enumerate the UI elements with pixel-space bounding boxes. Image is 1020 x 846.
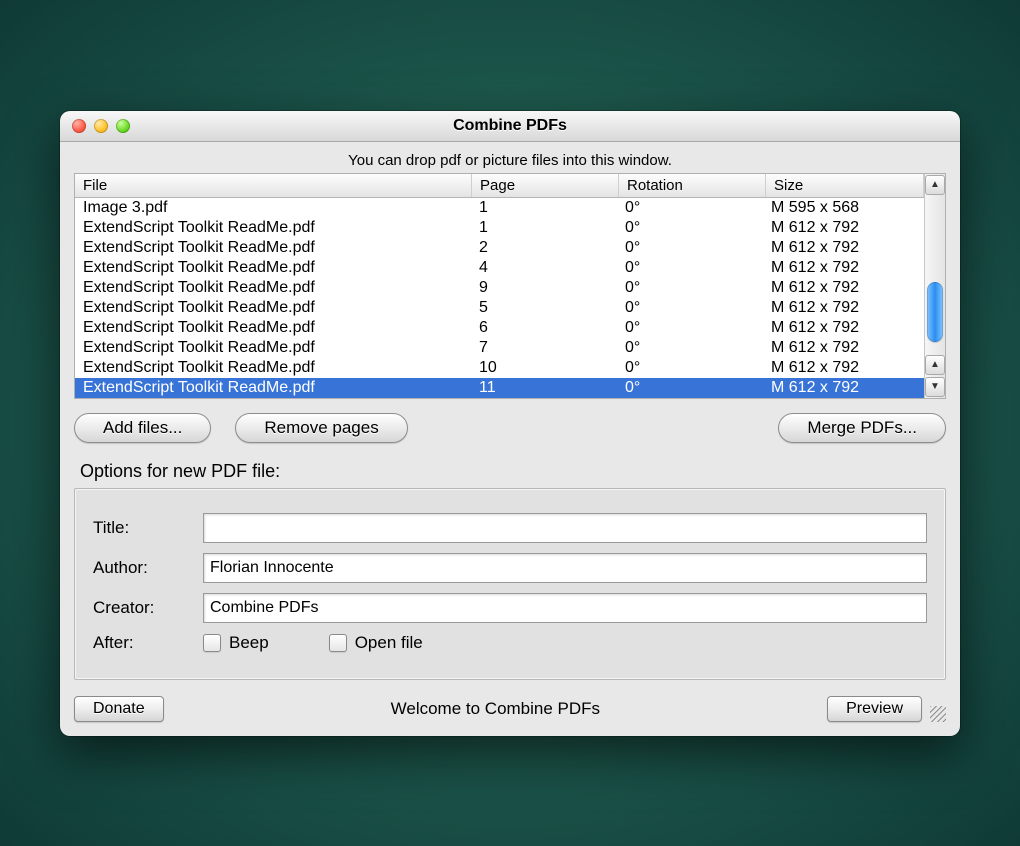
preview-button[interactable]: Preview xyxy=(827,696,922,722)
cell-file: ExtendScript Toolkit ReadMe.pdf xyxy=(75,278,471,298)
status-text: Welcome to Combine PDFs xyxy=(164,699,828,719)
cell-size: M 612 x 792 xyxy=(763,318,924,338)
cell-rotation: 0° xyxy=(617,218,763,238)
cell-file: ExtendScript Toolkit ReadMe.pdf xyxy=(75,218,471,238)
cell-size: M 612 x 792 xyxy=(763,278,924,298)
table-row[interactable]: ExtendScript Toolkit ReadMe.pdf90°M 612 … xyxy=(75,278,924,298)
beep-checkbox[interactable] xyxy=(203,634,221,652)
title-input[interactable] xyxy=(203,513,927,543)
col-header-page[interactable]: Page xyxy=(472,174,619,197)
cell-rotation: 0° xyxy=(617,358,763,378)
cell-file: ExtendScript Toolkit ReadMe.pdf xyxy=(75,378,471,398)
col-header-rotation[interactable]: Rotation xyxy=(619,174,766,197)
cell-page: 9 xyxy=(471,278,617,298)
scrollbar[interactable]: ▲ ▲ ▼ xyxy=(924,174,945,398)
cell-file: Image 3.pdf xyxy=(75,198,471,218)
cell-rotation: 0° xyxy=(617,298,763,318)
cell-file: ExtendScript Toolkit ReadMe.pdf xyxy=(75,298,471,318)
scroll-up-icon-2[interactable]: ▲ xyxy=(925,355,945,375)
table-row[interactable]: ExtendScript Toolkit ReadMe.pdf40°M 612 … xyxy=(75,258,924,278)
table-row[interactable]: Image 3.pdf10°M 595 x 568 xyxy=(75,198,924,218)
cell-page: 7 xyxy=(471,338,617,358)
cell-page: 1 xyxy=(471,218,617,238)
cell-file: ExtendScript Toolkit ReadMe.pdf xyxy=(75,258,471,278)
titlebar[interactable]: Combine PDFs xyxy=(60,111,960,142)
scroll-down-icon[interactable]: ▼ xyxy=(925,377,945,397)
cell-page: 5 xyxy=(471,298,617,318)
table-row[interactable]: ExtendScript Toolkit ReadMe.pdf110°M 612… xyxy=(75,378,924,398)
author-input[interactable] xyxy=(203,553,927,583)
cell-page: 1 xyxy=(471,198,617,218)
cell-size: M 612 x 792 xyxy=(763,298,924,318)
cell-page: 4 xyxy=(471,258,617,278)
cell-file: ExtendScript Toolkit ReadMe.pdf xyxy=(75,238,471,258)
creator-label: Creator: xyxy=(93,598,203,618)
open-file-label: Open file xyxy=(355,633,423,653)
table-row[interactable]: ExtendScript Toolkit ReadMe.pdf50°M 612 … xyxy=(75,298,924,318)
table-row[interactable]: ExtendScript Toolkit ReadMe.pdf20°M 612 … xyxy=(75,238,924,258)
merge-pdfs-button[interactable]: Merge PDFs... xyxy=(778,413,946,443)
table-row[interactable]: ExtendScript Toolkit ReadMe.pdf70°M 612 … xyxy=(75,338,924,358)
cell-rotation: 0° xyxy=(617,198,763,218)
drop-hint: You can drop pdf or picture files into t… xyxy=(74,152,946,169)
author-label: Author: xyxy=(93,558,203,578)
resize-handle-icon[interactable] xyxy=(930,706,946,722)
col-header-size[interactable]: Size xyxy=(766,174,924,197)
table-row[interactable]: ExtendScript Toolkit ReadMe.pdf10°M 612 … xyxy=(75,218,924,238)
cell-page: 11 xyxy=(471,378,617,398)
cell-rotation: 0° xyxy=(617,318,763,338)
cell-size: M 612 x 792 xyxy=(763,238,924,258)
scroll-up-icon[interactable]: ▲ xyxy=(925,175,945,195)
table-row[interactable]: ExtendScript Toolkit ReadMe.pdf100°M 612… xyxy=(75,358,924,378)
cell-size: M 595 x 568 xyxy=(763,198,924,218)
cell-size: M 612 x 792 xyxy=(763,378,924,398)
cell-rotation: 0° xyxy=(617,238,763,258)
cell-size: M 612 x 792 xyxy=(763,358,924,378)
cell-page: 10 xyxy=(471,358,617,378)
beep-label: Beep xyxy=(229,633,269,653)
creator-input[interactable] xyxy=(203,593,927,623)
cell-size: M 612 x 792 xyxy=(763,258,924,278)
cell-file: ExtendScript Toolkit ReadMe.pdf xyxy=(75,358,471,378)
open-file-checkbox[interactable] xyxy=(329,634,347,652)
title-label: Title: xyxy=(93,518,203,538)
app-window: Combine PDFs You can drop pdf or picture… xyxy=(60,111,960,736)
col-header-file[interactable]: File xyxy=(75,174,472,197)
table-row[interactable]: ExtendScript Toolkit ReadMe.pdf60°M 612 … xyxy=(75,318,924,338)
cell-file: ExtendScript Toolkit ReadMe.pdf xyxy=(75,338,471,358)
cell-size: M 612 x 792 xyxy=(763,338,924,358)
cell-size: M 612 x 792 xyxy=(763,218,924,238)
cell-page: 6 xyxy=(471,318,617,338)
cell-rotation: 0° xyxy=(617,278,763,298)
cell-rotation: 0° xyxy=(617,378,763,398)
scroll-thumb[interactable] xyxy=(927,282,943,342)
cell-file: ExtendScript Toolkit ReadMe.pdf xyxy=(75,318,471,338)
add-files-button[interactable]: Add files... xyxy=(74,413,211,443)
scroll-track[interactable] xyxy=(925,196,945,354)
cell-rotation: 0° xyxy=(617,338,763,358)
file-table: File Page Rotation Size Image 3.pdf10°M … xyxy=(74,173,946,399)
options-heading: Options for new PDF file: xyxy=(80,461,946,482)
cell-page: 2 xyxy=(471,238,617,258)
remove-pages-button[interactable]: Remove pages xyxy=(235,413,407,443)
after-label: After: xyxy=(93,633,203,653)
window-title: Combine PDFs xyxy=(60,117,960,135)
cell-rotation: 0° xyxy=(617,258,763,278)
donate-button[interactable]: Donate xyxy=(74,696,164,722)
options-group: Title: Author: Creator: After: Beep xyxy=(74,488,946,680)
